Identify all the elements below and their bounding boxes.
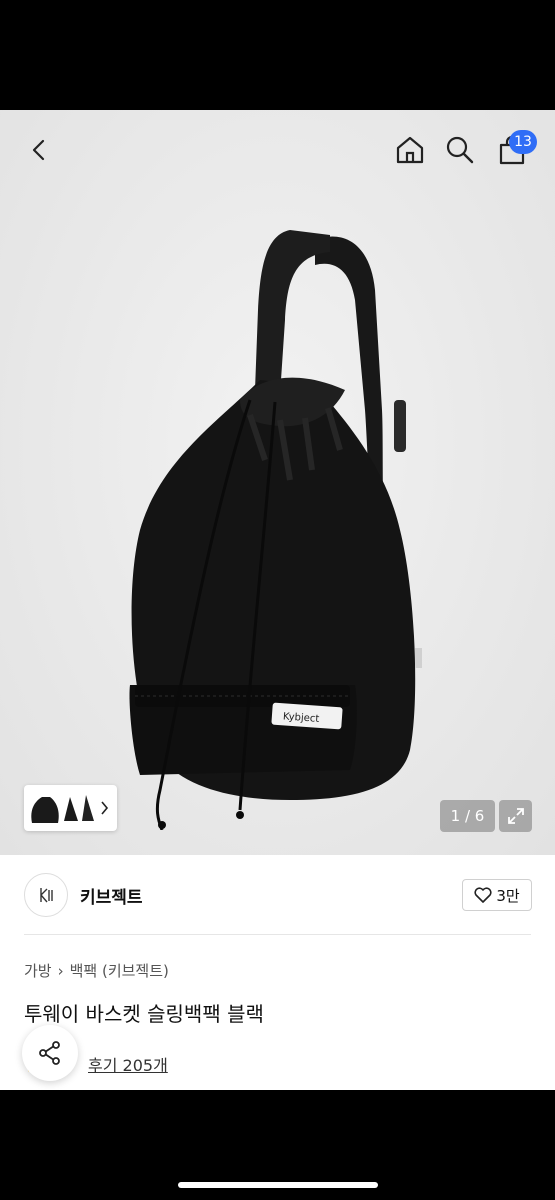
product-image-gallery[interactable]: 13 Kybject 1 / 6 bbox=[0, 110, 555, 855]
cart-count-badge: 13 bbox=[509, 130, 537, 154]
status-bar bbox=[0, 0, 555, 110]
like-button[interactable]: 3만 bbox=[462, 879, 532, 911]
home-icon bbox=[396, 136, 424, 164]
seller-logo[interactable] bbox=[24, 873, 68, 917]
seller-row[interactable]: 키브젝트 3만 bbox=[0, 855, 555, 935]
search-button[interactable] bbox=[438, 128, 482, 172]
home-indicator[interactable] bbox=[178, 1182, 378, 1188]
expand-button[interactable] bbox=[499, 800, 532, 832]
breadcrumb: 가방 › 백팩 (키브젝트) bbox=[24, 960, 169, 981]
chevron-left-icon bbox=[32, 139, 45, 161]
image-counter: 1 / 6 bbox=[440, 800, 495, 832]
product-image: Kybject bbox=[129, 230, 422, 830]
product-title: 투웨이 바스켓 슬링백팩 블랙 bbox=[24, 1002, 264, 1026]
expand-icon bbox=[507, 808, 524, 824]
home-button[interactable] bbox=[388, 128, 432, 172]
like-count: 3만 bbox=[496, 886, 520, 905]
heart-icon bbox=[474, 887, 492, 903]
seller-name[interactable]: 키브젝트 bbox=[80, 883, 143, 908]
brand-logo-icon bbox=[40, 888, 53, 903]
breadcrumb-separator: › bbox=[57, 961, 64, 980]
search-icon bbox=[446, 136, 474, 164]
thumbnail-images bbox=[31, 795, 109, 823]
breadcrumb-subcategory[interactable]: 백팩 (키브젝트) bbox=[70, 960, 169, 981]
review-count-link[interactable]: 후기 205개 bbox=[88, 1052, 168, 1076]
thumbnail-strip[interactable] bbox=[24, 785, 117, 831]
product-page: 13 Kybject 1 / 6 키브젝트 3만 가방 › 백팩 (키브젝트) … bbox=[0, 110, 555, 1090]
share-icon bbox=[39, 1041, 60, 1065]
breadcrumb-category[interactable]: 가방 bbox=[24, 960, 52, 981]
back-button[interactable] bbox=[18, 128, 62, 172]
share-button[interactable] bbox=[22, 1025, 78, 1081]
divider bbox=[24, 934, 531, 935]
